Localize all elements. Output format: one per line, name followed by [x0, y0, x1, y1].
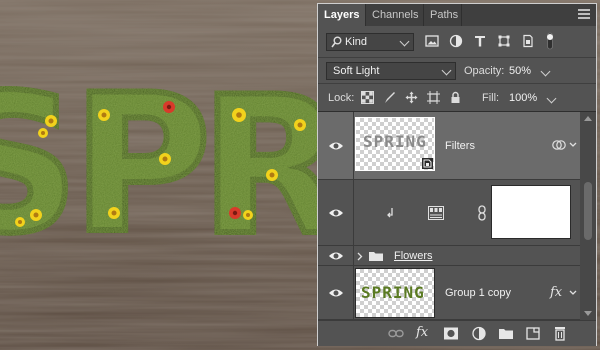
lock-image-pixels-icon[interactable]	[383, 91, 396, 104]
lock-transparent-pixels-icon[interactable]	[361, 91, 374, 104]
lock-label: Lock:	[328, 92, 355, 104]
scroll-thumb[interactable]	[584, 182, 592, 240]
layer-row-adjustment[interactable]	[318, 180, 580, 246]
chevron-down-icon[interactable]	[546, 93, 557, 104]
layer-name[interactable]: Group 1 copy	[445, 287, 511, 299]
smart-filter-icon[interactable]	[552, 139, 566, 151]
clip-arrow-icon	[387, 208, 393, 218]
folder-icon	[369, 252, 383, 261]
layers-scrollbar[interactable]	[580, 112, 596, 320]
adjustment-filter-icon[interactable]	[449, 34, 463, 48]
eye-icon[interactable]	[328, 287, 344, 299]
link-layers-icon[interactable]	[388, 326, 404, 341]
type-filter-icon[interactable]	[473, 34, 487, 48]
blend-mode-select[interactable]: Soft Light	[326, 62, 456, 80]
scroll-up-icon[interactable]	[584, 116, 592, 121]
layer-mask-thumbnail[interactable]	[491, 185, 571, 239]
smart-object-badge-icon	[422, 158, 433, 169]
panel-footer: fx	[318, 320, 596, 346]
layer-row-group-1-copy[interactable]: SPRING Group 1 copy fx	[318, 266, 580, 320]
chevron-right-icon[interactable]	[357, 252, 363, 261]
lock-all-icon[interactable]	[449, 91, 462, 104]
tab-paths[interactable]: Paths	[424, 4, 462, 26]
adjustment-icon[interactable]	[428, 206, 444, 220]
grass-letter-s: S	[0, 54, 79, 275]
eye-icon[interactable]	[328, 250, 344, 262]
panel-tab-bar: Layers Channels Paths	[318, 4, 596, 26]
tab-channels[interactable]: Channels	[366, 4, 424, 26]
grass-letter-p: P	[72, 54, 211, 275]
fill-value: 100%	[509, 92, 538, 104]
fx-icon[interactable]: fx	[416, 325, 428, 340]
chevron-down-icon[interactable]	[540, 66, 551, 77]
image-filter-icon[interactable]	[425, 34, 439, 48]
filter-kind-label: Kind	[345, 36, 368, 48]
filter-toggle-icon[interactable]	[544, 32, 556, 50]
search-icon	[331, 36, 342, 48]
scroll-down-icon[interactable]	[584, 311, 592, 316]
layers-list: SPRING Filters Flowers SPRING Group 1 co…	[318, 112, 580, 320]
layer-row-flowers[interactable]: Flowers	[318, 246, 580, 266]
layer-name[interactable]: Filters	[445, 140, 475, 152]
adjustment-layer-icon[interactable]	[471, 326, 487, 341]
eye-icon[interactable]	[328, 207, 344, 219]
opacity-label: Opacity:	[464, 65, 505, 77]
expand-chevron-icon[interactable]	[569, 142, 577, 148]
layer-filter-row: Kind	[318, 26, 596, 58]
smart-object-filter-icon[interactable]	[521, 34, 535, 48]
blend-mode-value: Soft Light	[333, 65, 380, 77]
filter-kind-select[interactable]: Kind	[326, 33, 414, 51]
opacity-value: 50%	[509, 65, 532, 77]
layer-thumbnail[interactable]: SPRING	[355, 268, 435, 318]
delete-icon[interactable]	[552, 326, 568, 341]
thumbnail-text: SPRING	[363, 132, 427, 151]
panel-menu-icon[interactable]	[578, 9, 590, 21]
opacity-field[interactable]: 50%	[509, 65, 551, 77]
eye-icon[interactable]	[328, 140, 344, 152]
layers-panel: Layers Channels Paths Kind Soft Light Op…	[317, 3, 597, 346]
lock-fill-row: Lock: Fill: 100%	[318, 84, 596, 112]
add-mask-icon[interactable]	[443, 326, 459, 341]
chevron-down-icon	[399, 36, 410, 47]
lock-artboard-icon[interactable]	[427, 91, 440, 104]
fill-field[interactable]: 100%	[509, 92, 557, 104]
link-icon[interactable]	[477, 205, 487, 221]
expand-chevron-icon[interactable]	[569, 290, 577, 296]
shape-filter-icon[interactable]	[497, 34, 511, 48]
thumbnail-text: SPRING	[361, 283, 425, 302]
tab-layers[interactable]: Layers	[318, 4, 366, 26]
chevron-down-icon	[441, 65, 452, 76]
layer-thumbnail[interactable]: SPRING	[355, 117, 435, 171]
layer-name[interactable]: Flowers	[394, 250, 433, 262]
new-layer-icon[interactable]	[525, 326, 541, 341]
new-group-icon[interactable]	[498, 326, 514, 341]
fill-label: Fill:	[482, 92, 500, 104]
blend-opacity-row: Soft Light Opacity: 50%	[318, 58, 596, 84]
fx-icon[interactable]: fx	[550, 285, 562, 300]
layer-row-filters[interactable]: SPRING Filters	[318, 112, 580, 180]
lock-position-icon[interactable]	[405, 91, 418, 104]
